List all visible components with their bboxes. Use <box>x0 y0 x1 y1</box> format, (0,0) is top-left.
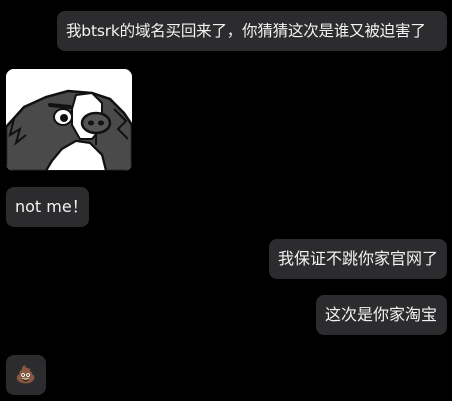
message-text: 我btsrk的域名买回来了，你猜猜这次是谁又被迫害了 <box>66 22 426 40</box>
message-bubble-left[interactable]: not me！ <box>6 187 89 227</box>
poop-emoji-icon: 💩 <box>15 365 37 385</box>
dog-sticker-image[interactable] <box>6 69 132 171</box>
message-bubble-right[interactable]: 这次是你家淘宝 <box>316 295 447 335</box>
message-bubble-left[interactable]: 💩 <box>6 355 46 395</box>
message-text: not me！ <box>15 197 88 216</box>
dog-face-icon <box>6 69 132 171</box>
message-bubble-right[interactable]: 我btsrk的域名买回来了，你猜猜这次是谁又被迫害了 <box>57 11 447 51</box>
message-text: 我保证不跳你家官网了 <box>278 249 439 268</box>
message-bubble-right[interactable]: 我保证不跳你家官网了 <box>269 239 447 279</box>
message-text: 这次是你家淘宝 <box>325 305 438 324</box>
